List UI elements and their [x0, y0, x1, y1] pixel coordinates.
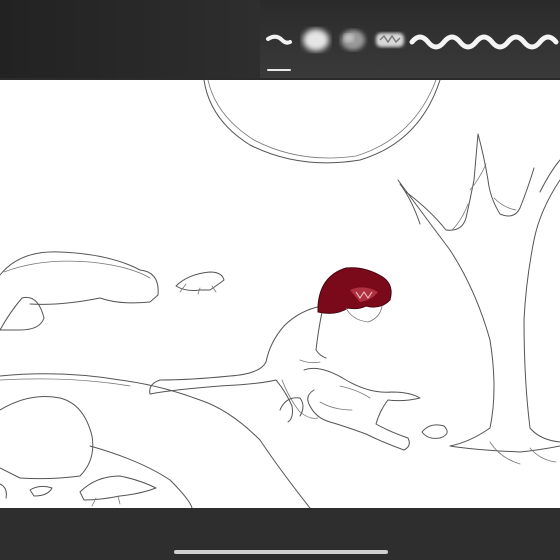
noise-brush-icon [341, 30, 365, 50]
boulder-left [0, 396, 94, 480]
home-indicator[interactable] [174, 550, 388, 554]
tree-trunk-right [523, 179, 560, 443]
trex-body [149, 305, 323, 423]
brush-preset-wave[interactable] [408, 18, 560, 62]
pebble [29, 485, 53, 497]
toolbar-background [0, 0, 260, 78]
drawing-canvas[interactable] [0, 80, 560, 508]
selected-brush-indicator [267, 69, 291, 71]
brush-preset-stroke[interactable] [264, 18, 294, 62]
soft-airbrush-icon [303, 29, 329, 51]
prey-dinosaur [303, 367, 421, 451]
tree-trunk-left [397, 179, 560, 453]
wave-brush-icon [409, 34, 559, 50]
brush-preset-noise[interactable] [334, 18, 372, 62]
brush-preset-soft[interactable] [296, 18, 336, 62]
sun-circle [203, 80, 441, 164]
brush-toolbar [0, 0, 560, 78]
brush-preset-texture[interactable] [370, 18, 410, 62]
rock-left-small [0, 296, 45, 331]
texture-brush-icon [376, 33, 404, 47]
small-rock [421, 424, 448, 439]
sketch-artwork [0, 80, 560, 508]
stroke-brush-icon [266, 34, 292, 45]
rock-left-top [0, 251, 159, 305]
